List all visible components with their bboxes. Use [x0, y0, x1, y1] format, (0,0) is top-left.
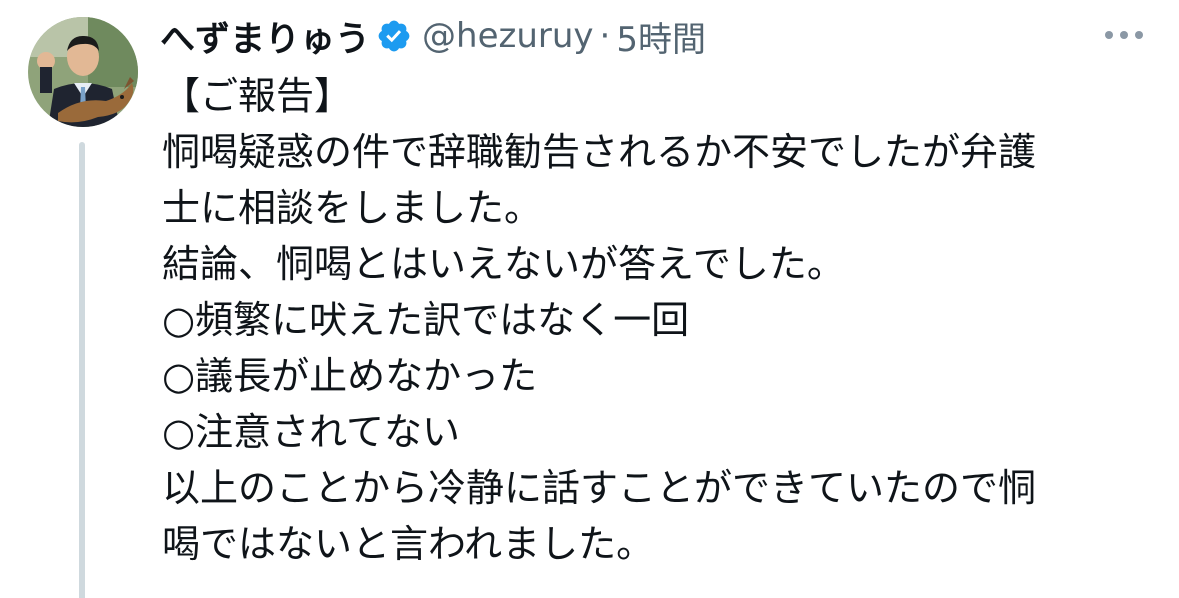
- tweet-line: 士に相談をしました。: [162, 186, 543, 230]
- tweet-line: ○頻繁に吠えた訳ではなく一回: [162, 298, 690, 342]
- display-name[interactable]: へずまりゅう: [160, 11, 370, 62]
- tweet-line: 以上のことから冷静に話すことができていたので恫: [162, 466, 1037, 510]
- tweet-line: ○注意されてない: [162, 410, 461, 454]
- tweet-line: 喝ではないと言われました。: [162, 522, 655, 566]
- tweet-line: 恫喝疑惑の件で辞職勧告されるか不安でしたが弁護: [162, 130, 1037, 174]
- tweet-text: 【ご報告】 恫喝疑惑の件で辞職勧告されるか不安でしたが弁護 士に相談をしました。…: [162, 68, 1162, 572]
- avatar[interactable]: [28, 17, 138, 127]
- tweet-line: 【ご報告】: [162, 74, 353, 118]
- tweet-line: 結論、恫喝とはいえないが答えでした。: [162, 242, 845, 286]
- more-dots-icon[interactable]: [1098, 18, 1150, 52]
- verified-badge-icon: [376, 18, 412, 54]
- tweet-header: へずまりゅう @hezuruy · 5時間: [160, 12, 706, 60]
- thread-line: [79, 142, 85, 598]
- avatar-photo: [28, 17, 138, 127]
- user-handle[interactable]: @hezuruy: [422, 16, 594, 56]
- timestamp[interactable]: 5時間: [616, 12, 706, 61]
- separator-dot: ·: [599, 16, 611, 56]
- tweet-line: ○議長が止めなかった: [162, 354, 538, 398]
